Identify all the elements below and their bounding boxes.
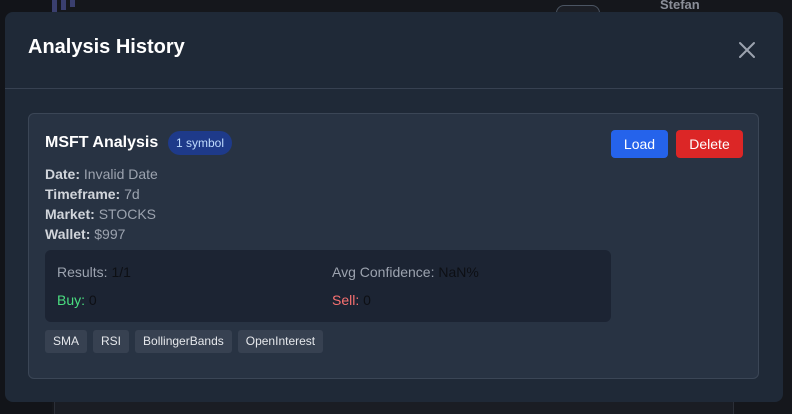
modal-title: Analysis History: [28, 36, 185, 58]
timeframe-value: 7d: [124, 186, 140, 202]
symbol-count-badge: 1 symbol: [168, 131, 233, 155]
delete-button[interactable]: Delete: [676, 130, 743, 158]
indicator-tag: BollingerBands: [135, 330, 232, 353]
confidence-stat: Avg Confidence: NaN%: [332, 264, 479, 280]
analysis-history-modal: Analysis History MSFT Analysis 1 symbol …: [5, 12, 783, 402]
close-icon: [739, 42, 755, 58]
confidence-label: Avg Confidence:: [332, 264, 435, 280]
timeframe-label: Timeframe:: [45, 186, 121, 202]
analysis-card: MSFT Analysis 1 symbol Load Delete Date:…: [28, 113, 759, 379]
indicator-tag: SMA: [45, 330, 88, 353]
results-summary: Results: 1/1 Avg Confidence: NaN% Buy: 0…: [45, 250, 611, 322]
indicator-tag: RSI: [93, 330, 130, 353]
close-button[interactable]: [733, 38, 761, 62]
sell-stat: Sell: 0: [332, 292, 371, 308]
buy-label: Buy:: [57, 292, 86, 308]
timeframe-row: Timeframe: 7d: [45, 184, 158, 204]
indicator-tags: SMA RSI BollingerBands OpenInterest: [45, 330, 324, 353]
date-value: Invalid Date: [83, 166, 158, 182]
date-row: Date: Invalid Date: [45, 164, 158, 184]
buy-stat: Buy: 0: [57, 292, 97, 308]
confidence-value: NaN%: [438, 264, 479, 280]
user-name: Stefan: [660, 0, 700, 12]
market-value: STOCKS: [98, 206, 156, 222]
market-label: Market:: [45, 206, 95, 222]
market-row: Market: STOCKS: [45, 204, 158, 224]
sell-label: Sell:: [332, 292, 360, 308]
indicator-tag: OpenInterest: [237, 330, 324, 353]
wallet-label: Wallet:: [45, 226, 91, 242]
analysis-details: Date: Invalid Date Timeframe: 7d Market:…: [45, 164, 158, 244]
wallet-value: $997: [94, 226, 126, 242]
buy-value: 0: [88, 292, 97, 308]
background-panel: [54, 400, 734, 414]
date-label: Date:: [45, 166, 81, 182]
results-value: 1/1: [111, 264, 131, 280]
modal-header: Analysis History: [5, 12, 783, 89]
load-button[interactable]: Load: [611, 130, 668, 158]
wallet-row: Wallet: $997: [45, 224, 158, 244]
results-stat: Results: 1/1: [57, 264, 131, 280]
results-label: Results:: [57, 264, 108, 280]
sell-value: 0: [363, 292, 371, 308]
analysis-name: MSFT Analysis: [45, 134, 159, 151]
